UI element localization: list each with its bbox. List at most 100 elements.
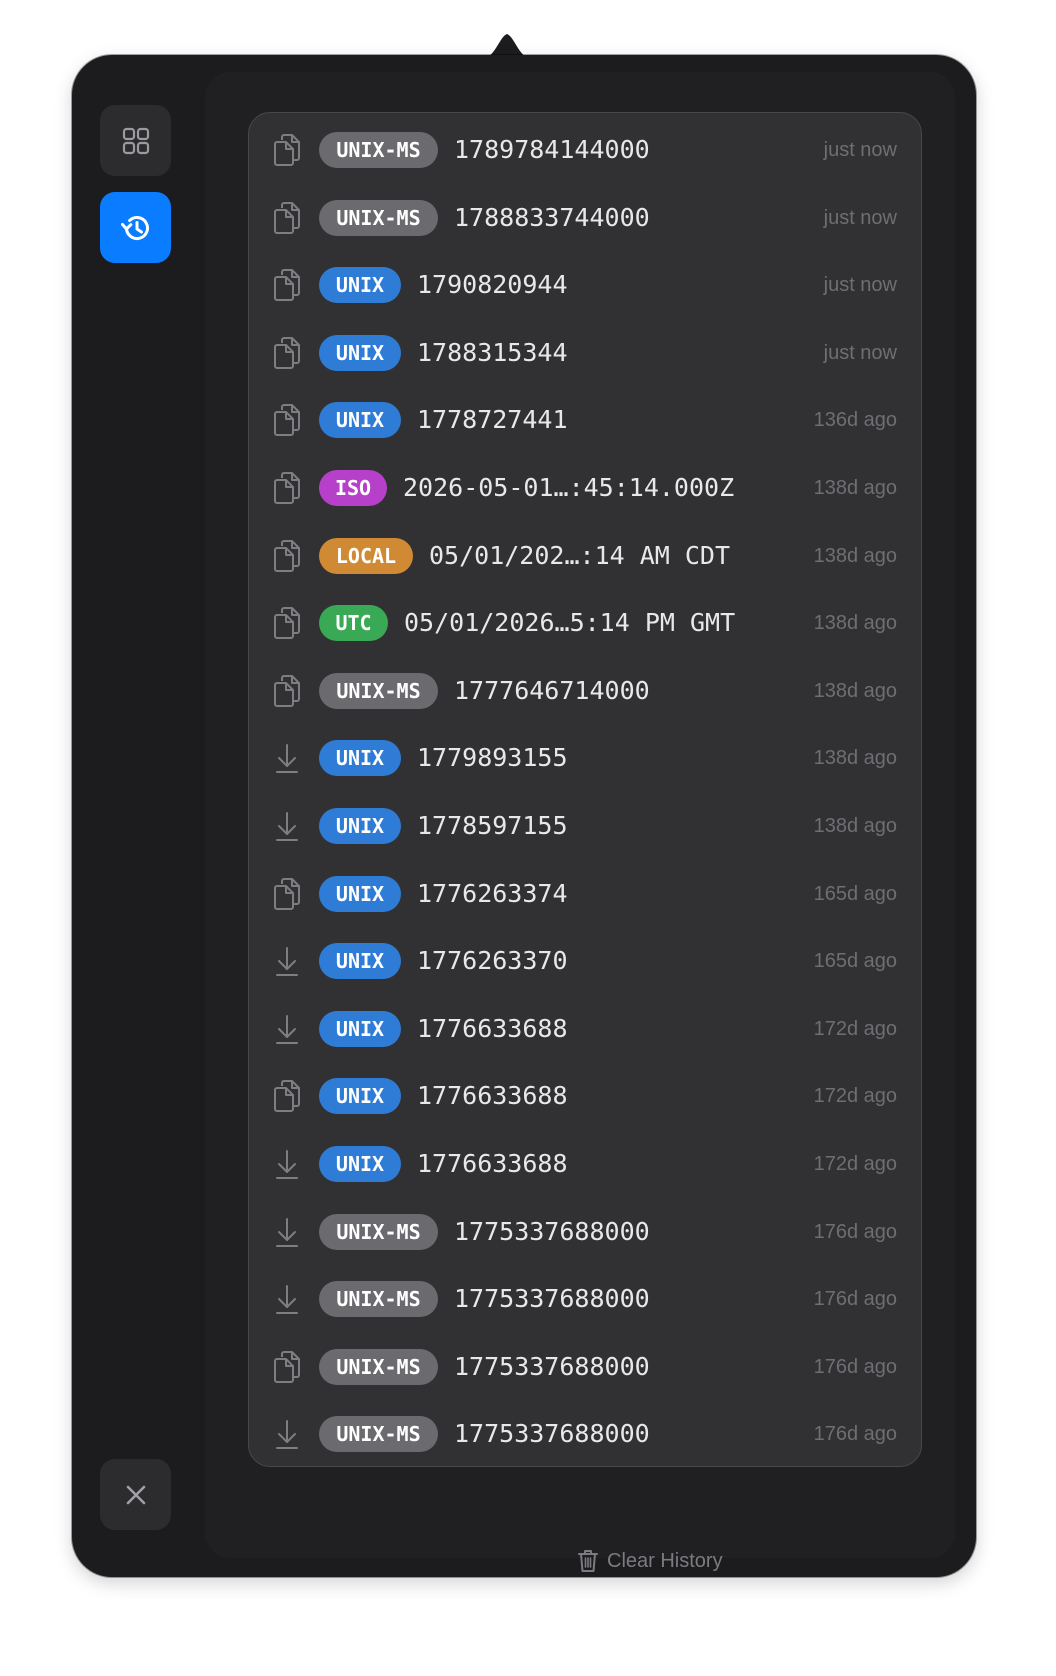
relative-time: 176d ago bbox=[813, 1288, 897, 1311]
timestamp-value: 05/01/2026…5:14 PM GMT bbox=[404, 608, 736, 638]
history-row[interactable]: UNIX 1778597155 138d ago bbox=[249, 792, 921, 860]
timestamp-value: 1778727441 bbox=[417, 405, 568, 435]
history-row[interactable]: UNIX 1779893155 138d ago bbox=[249, 724, 921, 792]
relative-time: 172d ago bbox=[813, 1153, 897, 1175]
relative-time: 172d ago bbox=[813, 1017, 897, 1040]
format-badge: UNIX bbox=[319, 1010, 401, 1047]
relative-time: 138d ago bbox=[813, 612, 897, 635]
timestamp-value: 1777646714000 bbox=[454, 675, 650, 705]
format-badge: UNIX bbox=[319, 267, 401, 304]
format-badge: LOCAL bbox=[319, 537, 413, 574]
history-row[interactable]: UNIX 1776633688 172d ago bbox=[249, 995, 921, 1063]
download-icon[interactable] bbox=[271, 1146, 303, 1182]
close-icon bbox=[126, 1485, 145, 1504]
copy-icon[interactable] bbox=[271, 132, 303, 168]
history-row[interactable]: UNIX-MS 1789784144000 just now bbox=[249, 116, 921, 184]
timestamp-value: 05/01/202…:14 AM CDT bbox=[429, 540, 731, 570]
timestamp-value: 1775337688000 bbox=[454, 1419, 650, 1449]
timestamp-value: 1776263370 bbox=[417, 946, 568, 976]
copy-icon[interactable] bbox=[271, 267, 303, 303]
relative-time: 176d ago bbox=[813, 1220, 897, 1243]
history-row[interactable]: UNIX 1776633688 172d ago bbox=[249, 1130, 921, 1198]
trash-icon bbox=[578, 1550, 598, 1572]
format-badge: UNIX bbox=[319, 402, 401, 439]
download-icon[interactable] bbox=[271, 943, 303, 979]
history-row[interactable]: UNIX-MS 1775337688000 176d ago bbox=[249, 1333, 921, 1401]
relative-time: just now bbox=[823, 206, 897, 229]
copy-icon[interactable] bbox=[271, 605, 303, 641]
download-icon[interactable] bbox=[271, 1214, 303, 1250]
timestamp-value: 1779893155 bbox=[417, 743, 568, 773]
history-row[interactable]: UNIX-MS 1777646714000 138d ago bbox=[249, 657, 921, 725]
download-icon[interactable] bbox=[271, 740, 303, 776]
history-row[interactable]: UNIX-MS 1775337688000 176d ago bbox=[249, 1198, 921, 1266]
history-row[interactable]: UNIX 1776633688 172d ago bbox=[249, 1062, 921, 1130]
relative-time: 176d ago bbox=[813, 1355, 897, 1378]
copy-icon[interactable] bbox=[271, 1349, 303, 1385]
timestamp-value: 1789784144000 bbox=[454, 135, 650, 164]
clear-history-button[interactable]: Clear History bbox=[577, 1546, 723, 1576]
history-row[interactable]: ISO 2026-05-01…:45:14.000Z 138d ago bbox=[249, 454, 921, 522]
relative-time: 165d ago bbox=[813, 950, 897, 973]
copy-icon[interactable] bbox=[271, 876, 303, 912]
copy-icon[interactable] bbox=[271, 673, 303, 709]
timestamp-value: 1775337688000 bbox=[454, 1351, 650, 1381]
history-row[interactable]: UNIX 1776263374 165d ago bbox=[249, 860, 921, 928]
copy-icon[interactable] bbox=[271, 402, 303, 438]
format-badge: UNIX-MS bbox=[319, 1281, 438, 1318]
history-row[interactable]: UTC 05/01/2026…5:14 PM GMT 138d ago bbox=[249, 589, 921, 657]
history-button[interactable] bbox=[100, 192, 171, 263]
format-badge: UTC bbox=[319, 605, 388, 642]
timestamp-value: 1788315344 bbox=[417, 337, 568, 367]
copy-icon[interactable] bbox=[271, 200, 303, 236]
timestamp-value: 1776633688 bbox=[417, 1081, 568, 1111]
format-badge: UNIX bbox=[319, 334, 401, 371]
timestamp-value: 1775337688000 bbox=[454, 1284, 650, 1314]
history-row[interactable]: LOCAL 05/01/202…:14 AM CDT 138d ago bbox=[249, 522, 921, 590]
format-badge: UNIX-MS bbox=[319, 1416, 438, 1453]
timestamp-value: 1778597155 bbox=[417, 811, 568, 840]
history-row[interactable]: UNIX-MS 1775337688000 176d ago bbox=[249, 1400, 921, 1466]
download-icon[interactable] bbox=[271, 808, 303, 844]
download-icon[interactable] bbox=[271, 1281, 303, 1317]
history-row[interactable]: UNIX-MS 1788833744000 just now bbox=[249, 184, 921, 252]
format-badge: UNIX bbox=[319, 1146, 401, 1182]
history-row[interactable]: UNIX-MS 1775337688000 176d ago bbox=[249, 1265, 921, 1333]
download-icon[interactable] bbox=[271, 1011, 303, 1047]
timestamp-value: 2026-05-01…:45:14.000Z bbox=[403, 473, 735, 502]
timestamp-value: 1776633688 bbox=[417, 1149, 568, 1178]
format-badge: UNIX bbox=[319, 875, 401, 912]
copy-icon[interactable] bbox=[271, 335, 303, 371]
timestamp-value: 1775337688000 bbox=[454, 1216, 650, 1246]
relative-time: 138d ago bbox=[813, 477, 897, 499]
timestamp-value: 1790820944 bbox=[417, 270, 568, 300]
history-row[interactable]: UNIX 1776263370 165d ago bbox=[249, 927, 921, 995]
history-list: UNIX-MS 1789784144000 just now UNIX-MS 17888… bbox=[248, 112, 922, 1467]
format-badge: UNIX-MS bbox=[319, 199, 438, 236]
format-badge: UNIX-MS bbox=[319, 1348, 438, 1385]
download-icon[interactable] bbox=[271, 1416, 303, 1452]
history-row[interactable]: UNIX 1790820944 just now bbox=[249, 251, 921, 319]
copy-icon[interactable] bbox=[271, 470, 303, 506]
format-badge: UNIX bbox=[319, 943, 401, 980]
timestamp-value: 1776263374 bbox=[417, 878, 568, 908]
timestamp-value: 1788833744000 bbox=[454, 202, 650, 232]
history-row[interactable]: UNIX 1778727441 136d ago bbox=[249, 386, 921, 454]
timestamp-value: 1776633688 bbox=[417, 1013, 568, 1043]
history-row[interactable]: UNIX 1788315344 just now bbox=[249, 319, 921, 387]
format-badge: UNIX-MS bbox=[319, 1213, 438, 1250]
relative-time: 138d ago bbox=[813, 544, 897, 567]
format-badge: UNIX bbox=[319, 808, 401, 844]
grid-icon bbox=[122, 127, 149, 154]
grid-view-button[interactable] bbox=[100, 105, 171, 176]
format-badge: UNIX-MS bbox=[319, 132, 438, 168]
copy-icon[interactable] bbox=[271, 538, 303, 574]
close-button[interactable] bbox=[100, 1459, 171, 1530]
relative-time: 176d ago bbox=[813, 1423, 897, 1446]
format-badge: UNIX bbox=[319, 1078, 401, 1115]
format-badge: UNIX bbox=[319, 740, 401, 777]
relative-time: just now bbox=[823, 139, 897, 161]
relative-time: just now bbox=[823, 274, 897, 297]
relative-time: 138d ago bbox=[813, 747, 897, 770]
copy-icon[interactable] bbox=[271, 1078, 303, 1114]
